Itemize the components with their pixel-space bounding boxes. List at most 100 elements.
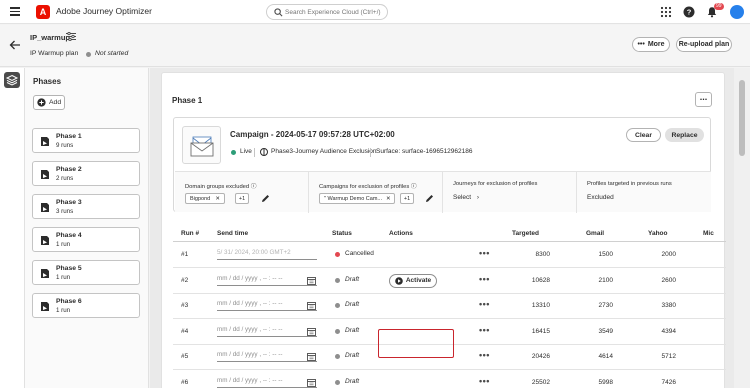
more-button[interactable]: ••• More — [632, 37, 670, 52]
campaign-name: Campaign - 2024-05-17 09:57:28 UTC+02:00 — [230, 130, 395, 139]
edit-pencil-icon[interactable] — [261, 194, 270, 203]
table-row: #1 5/ 31/ 2024, 20:00 GMT+2 Cancelled ••• 83… — [173, 242, 726, 268]
send-time-value: 5/ 31/ 2024, 20:00 GMT+2 — [217, 248, 317, 260]
clear-button[interactable]: Clear — [626, 128, 661, 142]
send-time-input[interactable]: mm / dd / yyyy , -- : -- -- — [217, 350, 317, 362]
calendar-icon[interactable] — [307, 327, 316, 336]
help-icon[interactable]: ? — [683, 6, 695, 18]
activate-button[interactable]: Activate — [389, 273, 437, 288]
left-rail — [0, 68, 25, 388]
phase-item[interactable]: Phase 6 1 run — [32, 293, 140, 318]
domain-more-count[interactable]: +1 — [235, 193, 249, 204]
journey-icon — [260, 148, 268, 156]
gmail-value: 3549 — [598, 327, 613, 335]
send-time-input[interactable]: mm / dd / yyyy , -- : -- -- — [217, 376, 317, 388]
phase-item-name: Phase 1 — [56, 133, 82, 140]
search-box[interactable] — [266, 4, 388, 20]
status-badge: Draft — [345, 275, 360, 283]
calendar-icon[interactable] — [307, 276, 316, 285]
add-phase-label: Add — [49, 99, 62, 106]
run-number: #1 — [181, 251, 189, 258]
calendar-icon[interactable] — [307, 352, 316, 361]
send-time-input[interactable]: mm / dd / yyyy , -- : -- -- — [217, 299, 317, 311]
profiles-targeted-value: Excluded — [587, 194, 614, 201]
yahoo-value: 7426 — [661, 378, 676, 386]
phase-item[interactable]: Phase 1 9 runs — [32, 128, 140, 153]
row-actions-icon[interactable]: ••• — [479, 274, 490, 284]
replace-button[interactable]: Replace — [665, 128, 704, 142]
journeys-select[interactable]: Select › — [453, 194, 479, 201]
phase-item[interactable]: Phase 2 2 runs — [32, 161, 140, 186]
send-time-input[interactable]: mm / dd / yyyy , -- : -- -- — [217, 274, 317, 286]
remove-tag-icon[interactable]: ✕ — [215, 196, 220, 202]
campaign-send-icon — [41, 236, 49, 245]
apps-grid-icon[interactable] — [660, 6, 672, 18]
campaigns-more-count[interactable]: +1 — [400, 193, 414, 204]
phases-panel: Phases Add Phase 19 runs Phase 22 runs Pha… — [25, 68, 149, 388]
calendar-icon[interactable] — [307, 378, 316, 387]
row-actions-icon[interactable]: ••• — [479, 299, 490, 309]
targeted-value: 8300 — [535, 251, 550, 258]
row-actions-icon[interactable]: ••• — [479, 248, 490, 258]
phase-item[interactable]: Phase 4 1 run — [32, 227, 140, 252]
run-number: #3 — [181, 302, 189, 309]
layers-button[interactable] — [4, 72, 20, 88]
vertical-scrollbar[interactable] — [734, 68, 750, 388]
row-actions-icon[interactable]: ••• — [479, 350, 490, 360]
exclusion-info-bar: Domain groups excluded ⓘ Bigpond ✕ +1 Cam… — [175, 171, 711, 213]
run-number: #6 — [181, 378, 189, 386]
phase-item-runs: 2 runs — [56, 175, 74, 182]
play-circle-icon — [395, 276, 403, 285]
page-subtitle: IP Warmup plan — [30, 50, 79, 57]
campaign-send-icon — [41, 269, 49, 278]
col-header-status: Status — [332, 230, 352, 237]
status-dot — [335, 379, 340, 385]
main-content: Phase 1 ... Campaign - 2024-05-17 09:57:… — [150, 68, 734, 388]
phase-item-runs: 9 runs — [56, 142, 74, 149]
phase-item[interactable]: Phase 5 1 run — [32, 260, 140, 285]
gmail-value: 2730 — [598, 302, 613, 309]
plan-status: Not started — [95, 50, 129, 57]
campaign-status: Live — [240, 148, 252, 155]
gmail-value: 1500 — [598, 251, 613, 258]
campaign-send-icon — [41, 170, 49, 179]
targeted-value: 10628 — [531, 276, 550, 284]
notification-badge: 99 — [714, 3, 724, 10]
yahoo-value: 2600 — [661, 276, 676, 284]
status-dot — [335, 354, 340, 359]
gmail-value: 5998 — [598, 378, 613, 386]
send-time-input[interactable]: mm / dd / yyyy , -- : -- -- — [217, 325, 317, 337]
status-badge: Draft — [345, 301, 360, 308]
row-actions-icon[interactable]: ••• — [479, 325, 490, 335]
activate-label: Activate — [405, 277, 432, 284]
remove-tag-icon[interactable]: ✕ — [386, 196, 391, 202]
settings-sliders-icon[interactable] — [66, 32, 76, 41]
avatar[interactable] — [730, 5, 744, 19]
scrollbar-thumb[interactable] — [739, 80, 745, 156]
page-header: IP_warmup IP Warmup plan Not started •••… — [0, 25, 750, 67]
more-button-label: More — [647, 41, 665, 48]
hamburger-menu-icon[interactable] — [10, 7, 20, 16]
campaign-tag: " Warmup Demo Cam... ✕ — [319, 193, 395, 204]
info-icon: ⓘ — [250, 184, 257, 190]
phase-item[interactable]: Phase 3 3 runs — [32, 194, 140, 219]
reupload-plan-button[interactable]: Re-upload plan — [676, 37, 732, 52]
row-actions-icon[interactable]: ••• — [479, 376, 490, 386]
back-arrow-icon[interactable] — [9, 39, 21, 51]
campaigns-exclusion-label: Campaigns for exclusion of profiles ⓘ — [319, 184, 417, 190]
search-input[interactable] — [285, 7, 385, 18]
divider — [370, 148, 371, 157]
adobe-logo-icon: A — [36, 5, 50, 19]
calendar-icon[interactable] — [307, 301, 316, 310]
phase-item-runs: 3 runs — [56, 208, 74, 215]
add-phase-button[interactable]: Add — [33, 95, 65, 110]
table-row: #2 mm / dd / yyyy , -- : -- -- Draft Activa… — [173, 268, 726, 294]
phase-more-button[interactable]: ... — [695, 92, 712, 107]
table-row: #3 mm / dd / yyyy , -- : -- -- Draft ••• 133… — [173, 293, 726, 319]
edit-pencil-icon[interactable] — [425, 194, 434, 203]
status-badge: Draft — [345, 326, 360, 334]
campaign-journey: Phase3-Journey Audience Exclusion — [271, 148, 377, 155]
col-header-send-time: Send time — [217, 230, 249, 237]
more-dots-icon: ••• — [637, 41, 645, 48]
phase-item-runs: 1 run — [56, 307, 71, 314]
